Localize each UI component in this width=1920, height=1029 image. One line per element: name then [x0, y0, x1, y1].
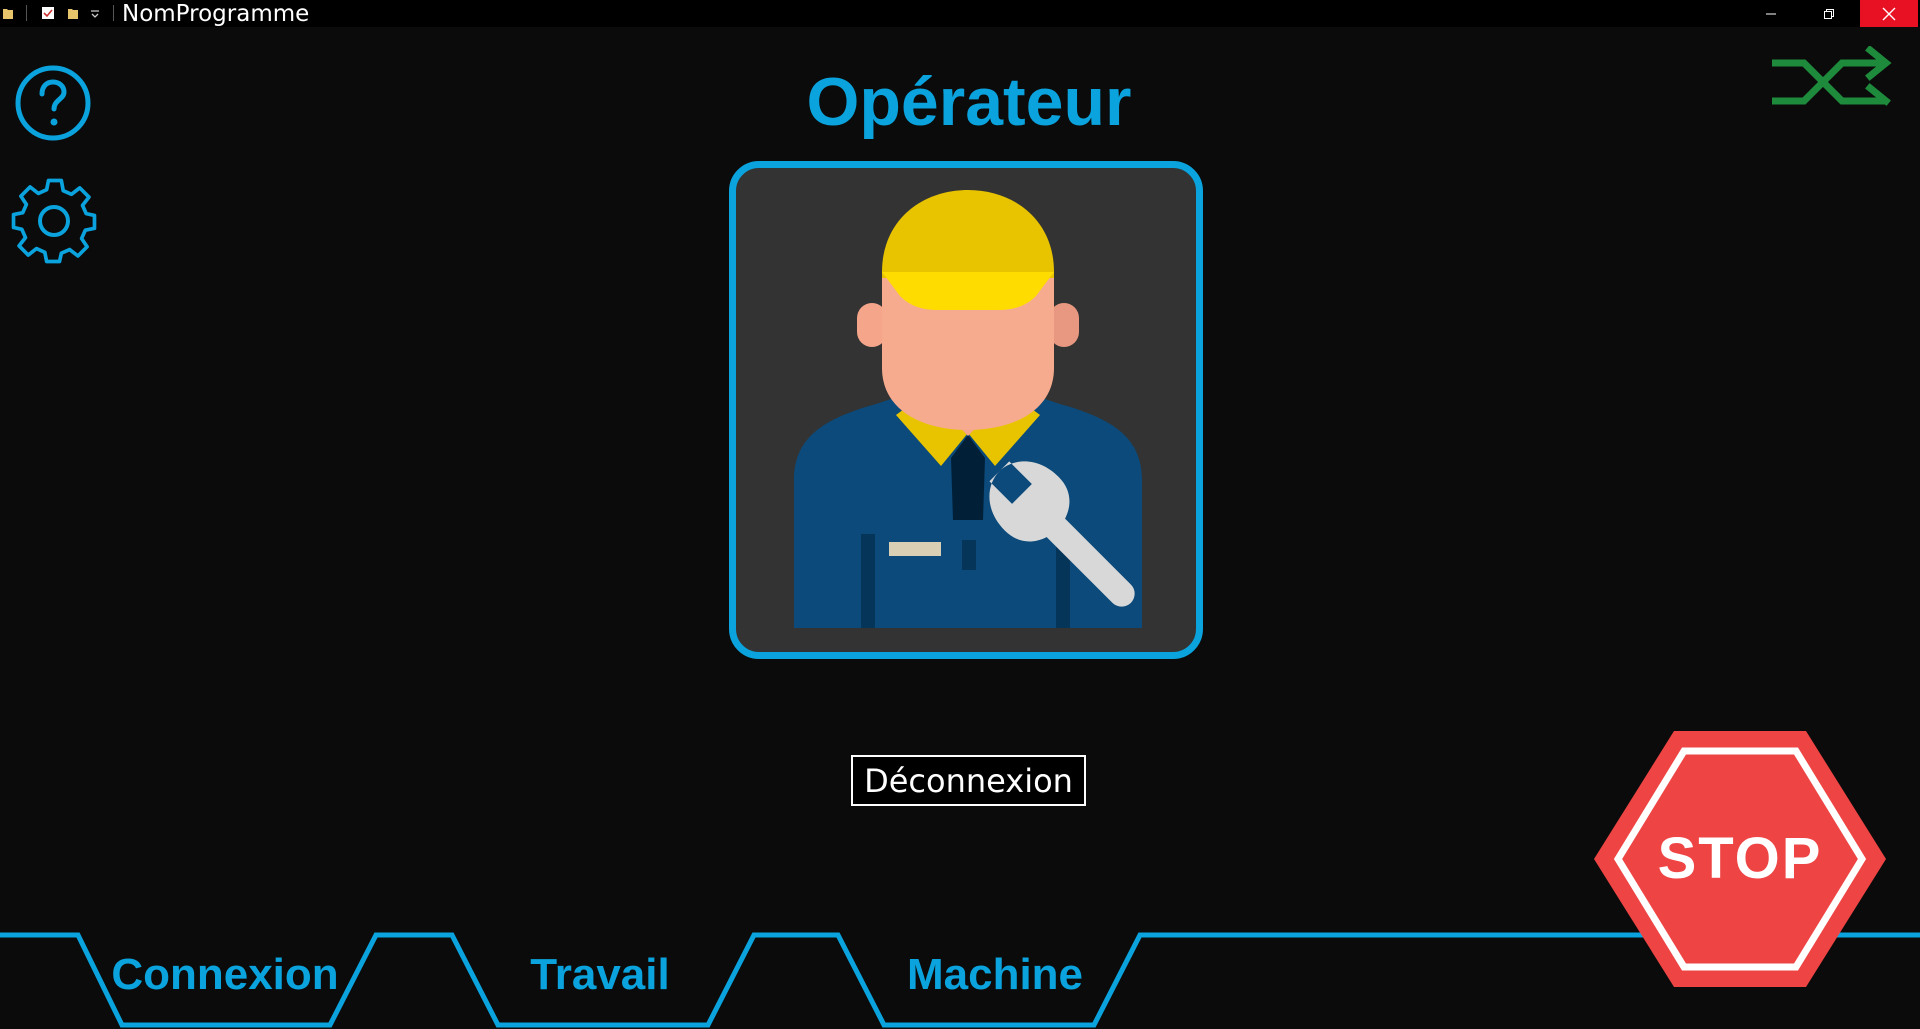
properties-icon[interactable]: [41, 6, 55, 20]
new-folder-icon[interactable]: [67, 6, 79, 20]
restore-button[interactable]: [1800, 0, 1858, 27]
close-icon: [1882, 7, 1896, 20]
minimize-button[interactable]: [1742, 0, 1800, 27]
operator-avatar-card[interactable]: [729, 161, 1203, 659]
folder-icon: [3, 9, 13, 19]
title-separator: [113, 5, 114, 21]
tab-connexion[interactable]: Connexion: [95, 950, 355, 1000]
window-title: NomProgramme: [122, 1, 310, 27]
tab-travail[interactable]: Travail: [470, 950, 730, 1000]
close-button[interactable]: [1860, 0, 1918, 27]
mechanic-worker-avatar: [794, 190, 1142, 628]
logout-button[interactable]: Déconnexion: [851, 755, 1086, 806]
tab-machine[interactable]: Machine: [865, 950, 1125, 1000]
page-title: Opérateur: [806, 64, 1132, 140]
minimize-icon: [1766, 13, 1776, 14]
window-titlebar: NomProgramme: [0, 0, 1920, 27]
quick-access-separator: [26, 5, 27, 21]
restore-icon: [1824, 8, 1834, 19]
customize-toolbar-icon[interactable]: [90, 6, 100, 20]
question-circle-icon[interactable]: [14, 64, 92, 142]
stop-label: STOP: [1657, 826, 1823, 891]
shuffle-arrows-icon[interactable]: [1772, 46, 1894, 112]
emergency-stop-button[interactable]: STOP: [1594, 731, 1886, 987]
gear-icon[interactable]: [9, 176, 99, 266]
